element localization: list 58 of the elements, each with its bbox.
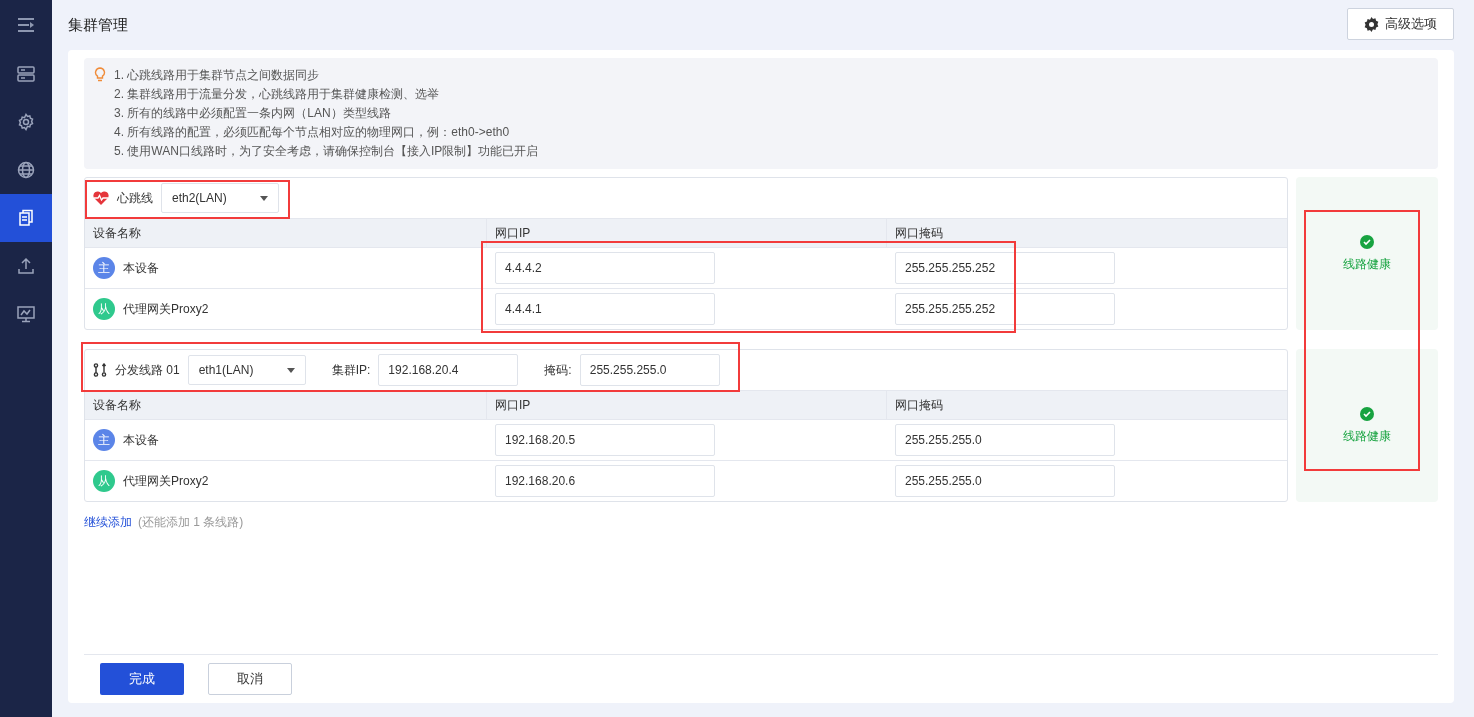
settings-icon [1364, 16, 1379, 32]
globe-icon [17, 161, 35, 179]
mask-label: 掩码: [544, 361, 572, 379]
mask-field[interactable]: 255.255.255.252 [895, 293, 1115, 325]
tip-text: 3. 所有的线路中必须配置一条内网（LAN）类型线路 [114, 105, 392, 122]
column-header: 网口IP [487, 219, 887, 247]
column-header: 网口掩码 [894, 224, 944, 242]
tip-text: 1. 心跳线路用于集群节点之间数据同步 [114, 67, 321, 84]
page-title: 集群管理 [68, 15, 128, 35]
check-circle-icon [1360, 234, 1374, 249]
tip-text: 5. 使用WAN口线路时，为了安全考虑，请确保控制台【接入IP限制】功能已开启 [114, 143, 539, 160]
ip-field[interactable]: 192.168.20.6 [495, 465, 715, 497]
ip-field[interactable]: 4.4.4.2 [495, 252, 715, 284]
health-status: 线路健康 [1343, 427, 1391, 445]
mask-field[interactable]: 255.255.255.252 [895, 252, 1115, 284]
documents-icon [17, 209, 35, 227]
branch-icon [93, 363, 107, 377]
health-status: 线路健康 [1343, 255, 1391, 273]
tip-text: 4. 所有线路的配置，必须匹配每个节点相对应的物理网口，例：eth0->eth0 [114, 124, 511, 141]
mask-field[interactable]: 255.255.255.0 [895, 465, 1115, 497]
cluster-ip-field[interactable]: 192.168.20.4 [378, 354, 519, 386]
role-badge: 主 [93, 429, 115, 451]
device-name: 代理网关Proxy2 [123, 472, 209, 490]
ip-field[interactable]: 4.4.4.1 [495, 293, 715, 325]
device-name: 本设备 [123, 259, 159, 277]
device-name: 代理网关Proxy2 [123, 300, 209, 318]
mask-field[interactable]: 255.255.255.0 [895, 424, 1115, 456]
heart-pulse-icon [93, 191, 109, 205]
add-more-link[interactable]: 继续添加 [84, 514, 132, 531]
confirm-button[interactable]: 完成 [100, 663, 184, 695]
sidebar-item[interactable] [0, 194, 52, 242]
device-name: 本设备 [123, 431, 159, 449]
column-header: 网口掩码 [894, 396, 944, 414]
upload-icon [17, 257, 35, 275]
check-circle-icon [1360, 406, 1374, 421]
cancel-button[interactable]: 取消 [208, 663, 292, 695]
ip-field[interactable]: 192.168.20.5 [495, 424, 715, 456]
server-icon [17, 65, 35, 83]
settings-icon [17, 113, 35, 131]
caret-icon [260, 195, 268, 201]
column-header: 设备名称 [85, 391, 487, 419]
lightbulb-icon [94, 67, 106, 82]
interface-dropdown[interactable]: eth2(LAN) [161, 183, 279, 213]
cluster-ip-label: 集群IP: [331, 361, 371, 379]
role-badge: 主 [93, 257, 115, 279]
column-header: 网口IP [487, 391, 887, 419]
mask-field[interactable]: 255.255.255.0 [579, 354, 720, 386]
interface-dropdown[interactable]: eth1(LAN) [187, 355, 306, 385]
line-label: 心跳线 [117, 189, 153, 207]
monitor-chart-icon [17, 305, 35, 323]
line-label: 分发线路 01 [115, 361, 180, 379]
column-header: 设备名称 [85, 219, 487, 247]
role-badge: 从 [93, 298, 115, 320]
caret-icon [286, 367, 295, 373]
add-hint: (还能添加 1 条线路) [138, 514, 244, 531]
advanced-options-button[interactable]: 高级选项 [1347, 8, 1454, 40]
role-badge: 从 [93, 470, 115, 492]
tip-text: 2. 集群线路用于流量分发，心跳线路用于集群健康检测、选举 [114, 86, 441, 103]
